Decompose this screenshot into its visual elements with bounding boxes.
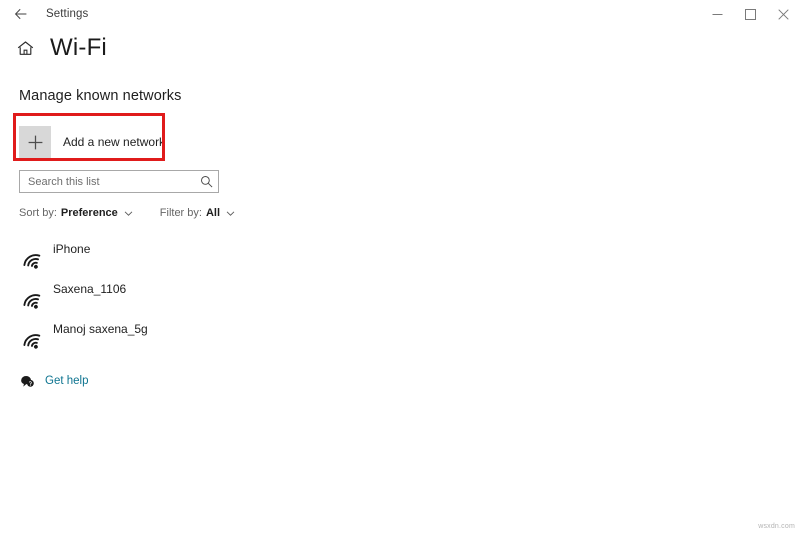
wifi-icon xyxy=(19,285,45,311)
filter-by-dropdown[interactable]: Filter by: All xyxy=(160,207,235,219)
network-name: iPhone xyxy=(53,242,91,256)
minimize-icon[interactable] xyxy=(701,0,734,28)
settings-window: Settings Wi-Fi Manage known networks Add… xyxy=(0,0,800,534)
list-item[interactable]: Saxena_1106 xyxy=(0,274,400,314)
list-item[interactable]: Manoj saxena_5g xyxy=(0,314,400,354)
home-icon[interactable] xyxy=(14,37,36,59)
add-new-network-label: Add a new network xyxy=(63,135,166,149)
add-new-network-button[interactable]: Add a new network xyxy=(19,126,165,158)
wifi-icon xyxy=(19,245,45,271)
help-bubble-icon xyxy=(19,373,35,389)
get-help-row[interactable]: Get help xyxy=(19,373,88,389)
page-title: Wi-Fi xyxy=(50,34,107,61)
search-icon[interactable] xyxy=(198,171,218,192)
search-input[interactable] xyxy=(20,171,198,192)
sort-by-dropdown[interactable]: Sort by: Preference xyxy=(19,207,133,219)
watermark: wsxdn.com xyxy=(758,523,795,530)
section-heading: Manage known networks xyxy=(19,88,182,104)
list-item[interactable]: iPhone xyxy=(0,234,400,274)
back-arrow-icon[interactable] xyxy=(8,0,34,28)
filter-by-value: All xyxy=(205,207,221,219)
wifi-icon xyxy=(19,325,45,351)
network-name: Saxena_1106 xyxy=(53,282,127,296)
sort-by-value: Preference xyxy=(60,207,118,219)
chevron-down-icon xyxy=(226,209,235,218)
network-name: Manoj saxena_5g xyxy=(53,322,148,336)
chevron-down-icon xyxy=(124,209,133,218)
sort-by-label: Sort by: xyxy=(19,207,57,219)
close-icon[interactable] xyxy=(767,0,800,28)
plus-icon xyxy=(19,126,51,158)
filter-by-label: Filter by: xyxy=(159,207,202,219)
window-controls xyxy=(701,0,800,28)
get-help-link[interactable]: Get help xyxy=(45,375,88,387)
search-list-box[interactable] xyxy=(19,170,219,193)
known-networks-list: iPhone Saxena_1106 Manoj saxena_5g xyxy=(0,234,400,354)
sort-filter-row: Sort by: Preference Filter by: All xyxy=(19,207,235,219)
title-bar: Settings xyxy=(0,0,800,28)
maximize-icon[interactable] xyxy=(734,0,767,28)
app-title: Settings xyxy=(46,8,89,20)
page-header: Wi-Fi xyxy=(14,36,107,60)
